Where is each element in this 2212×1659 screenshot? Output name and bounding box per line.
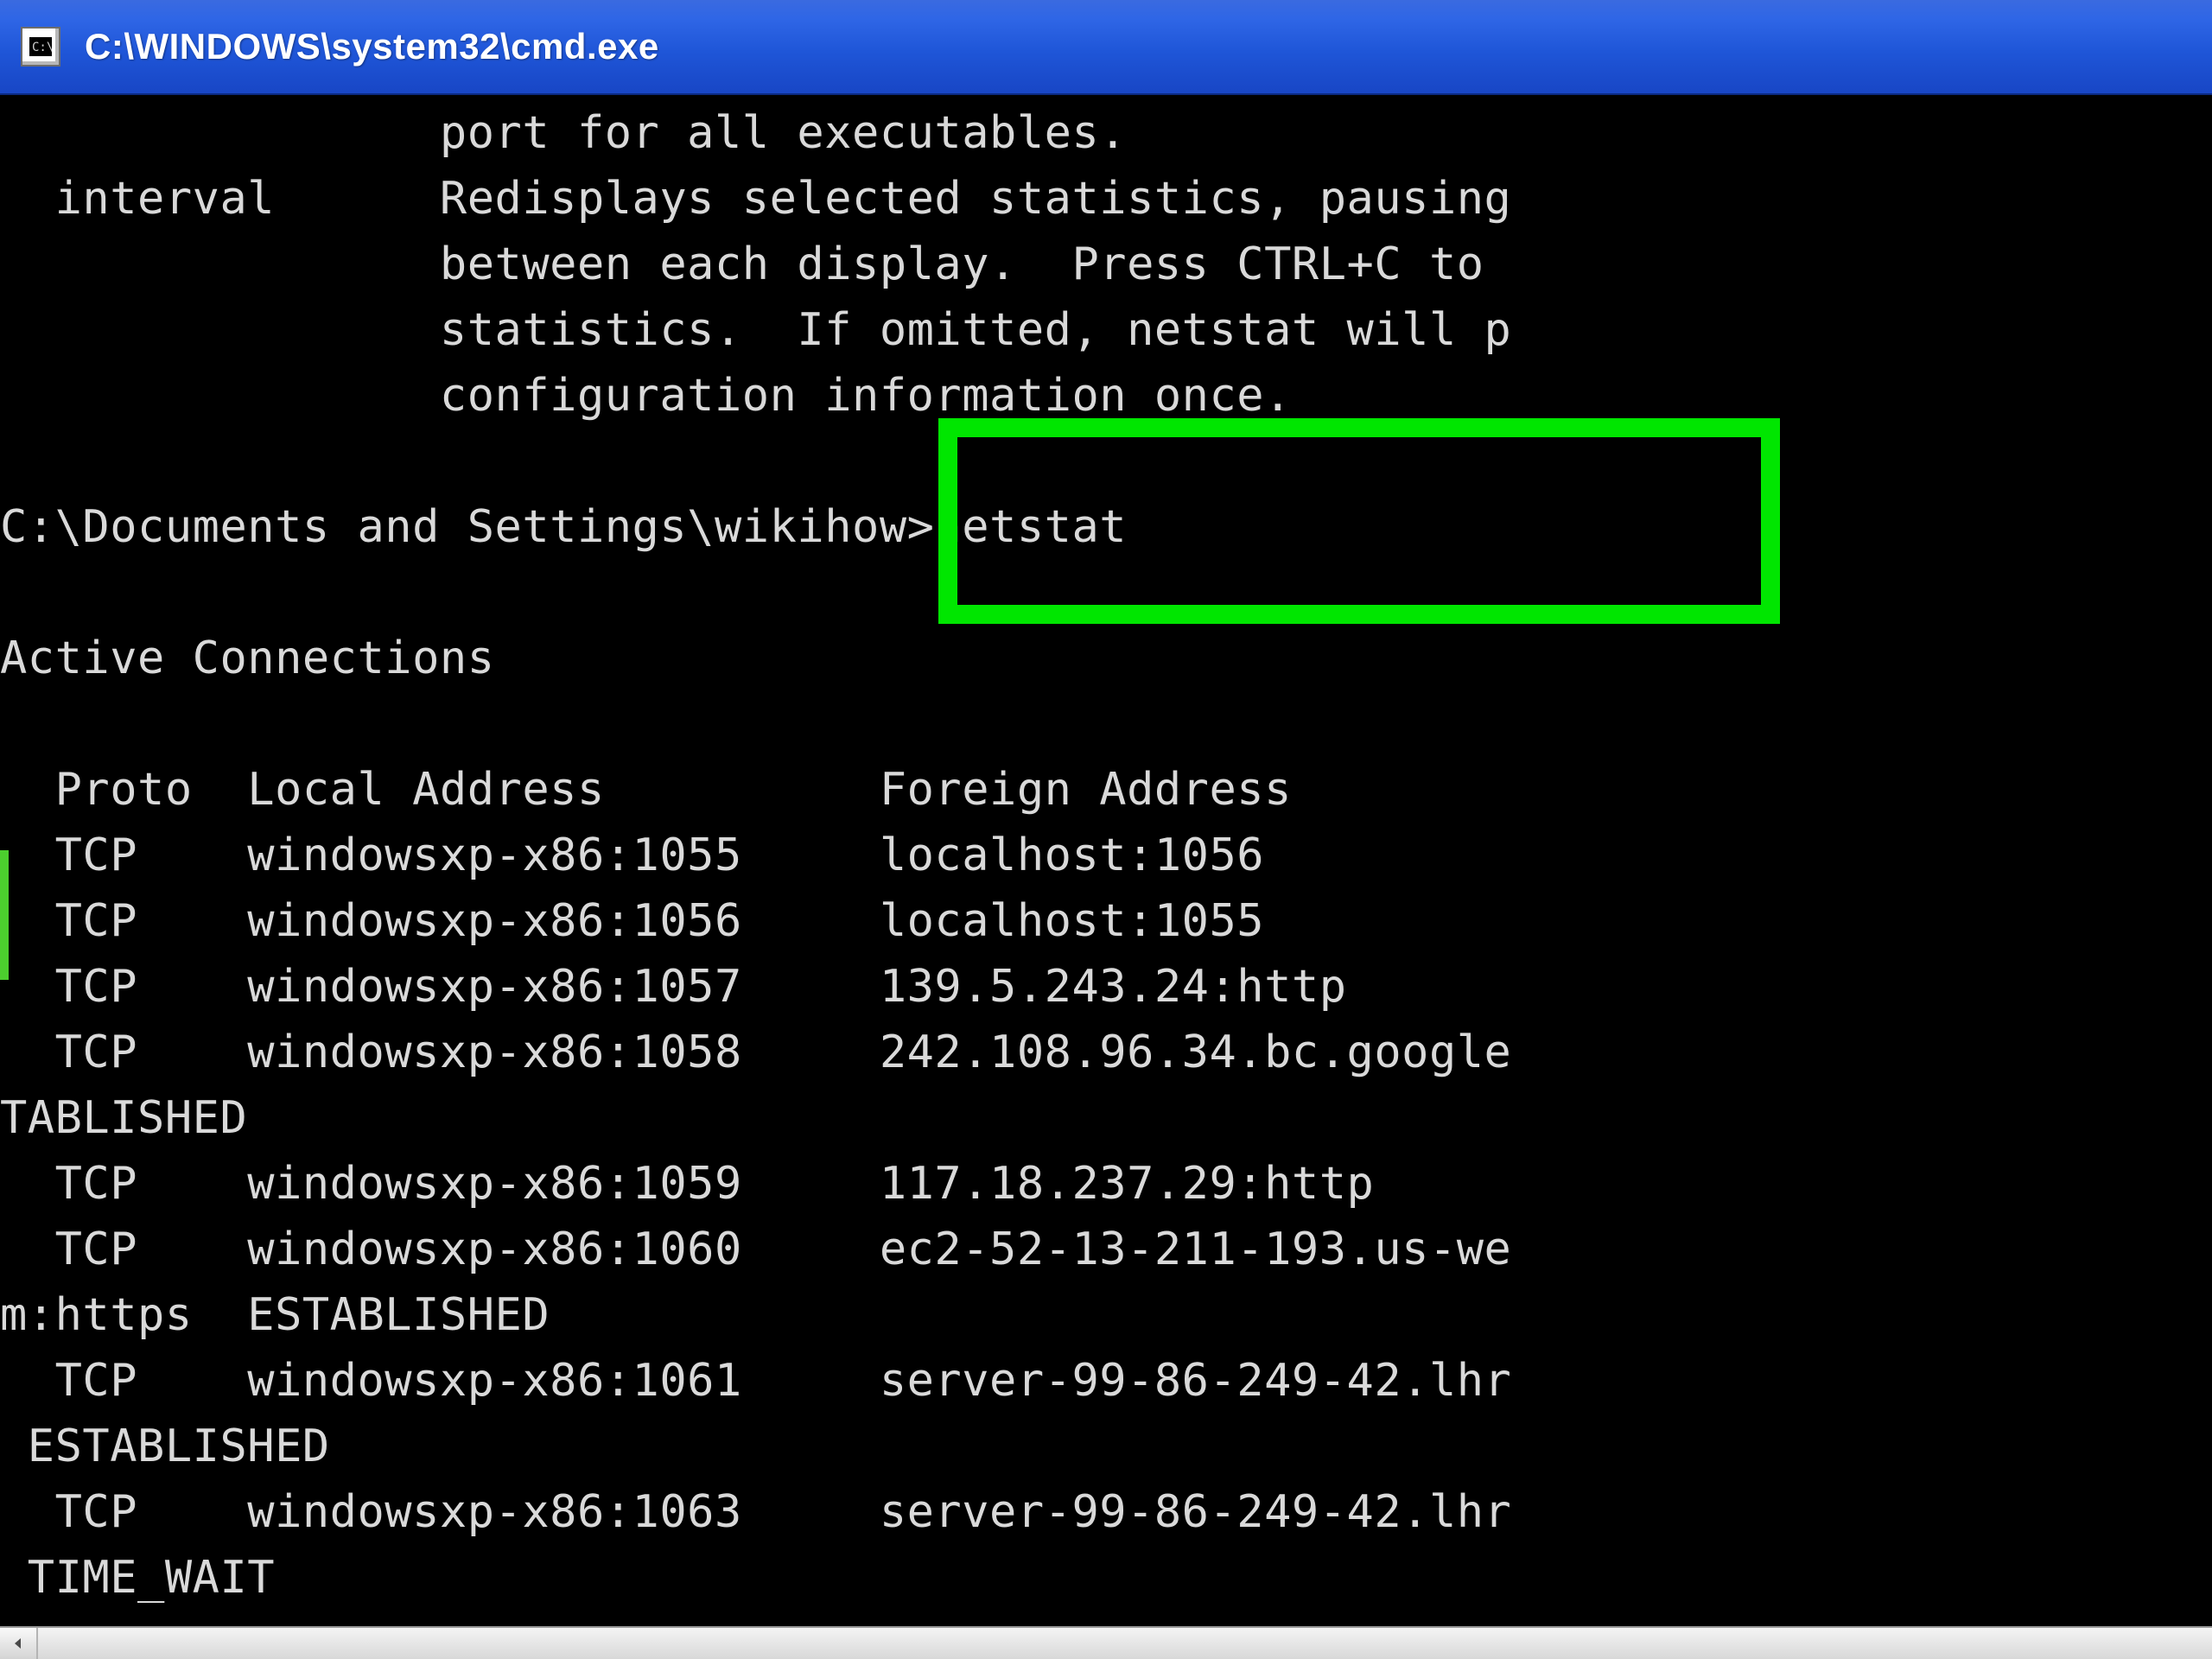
terminal-line: interval Redisplays selected statistics,…	[0, 166, 2212, 232]
horizontal-scrollbar[interactable]	[0, 1626, 2212, 1659]
terminal-line: Active Connections	[0, 626, 2212, 691]
svg-text:C:\: C:\	[32, 41, 52, 54]
terminal-line: between each display. Press CTRL+C to	[0, 232, 2212, 297]
terminal-line: ESTABLISHED	[0, 1414, 2212, 1479]
terminal-line: TCP windowsxp-x86:1056 localhost:1055	[0, 888, 2212, 954]
terminal-line: configuration information once.	[0, 363, 2212, 429]
terminal-line: statistics. If omitted, netstat will p	[0, 297, 2212, 363]
terminal-line: TCP windowsxp-x86:1060 ec2-52-13-211-193…	[0, 1217, 2212, 1282]
terminal-line: TCP windowsxp-x86:1063 server-99-86-249-…	[0, 1479, 2212, 1545]
terminal-line: TCP windowsxp-x86:1058 242.108.96.34.bc.…	[0, 1020, 2212, 1085]
window-title: C:\WINDOWS\system32\cmd.exe	[85, 26, 659, 67]
terminal-line: port for all executables.	[0, 100, 2212, 166]
scrollbar-track[interactable]	[38, 1628, 2212, 1659]
terminal-output[interactable]: port for all executables. interval Redis…	[0, 95, 2212, 1628]
terminal-line: m:https ESTABLISHED	[0, 1282, 2212, 1348]
terminal-line: TIME_WAIT	[0, 1545, 2212, 1611]
terminal-line: TCP windowsxp-x86:1061 server-99-86-249-…	[0, 1348, 2212, 1414]
window-titlebar[interactable]: C:\ C:\WINDOWS\system32\cmd.exe	[0, 0, 2212, 95]
terminal-line: TCP windowsxp-x86:1057 139.5.243.24:http	[0, 954, 2212, 1020]
terminal-line	[0, 691, 2212, 757]
terminal-line	[0, 560, 2212, 626]
cmd-icon: C:\	[21, 27, 60, 67]
terminal-line: Proto Local Address Foreign Address	[0, 757, 2212, 823]
terminal-line: TCP windowsxp-x86:1055 localhost:1056	[0, 823, 2212, 888]
terminal-line	[0, 429, 2212, 494]
terminal-line: TCP windowsxp-x86:1059 117.18.237.29:htt…	[0, 1151, 2212, 1217]
scroll-left-button[interactable]	[0, 1628, 38, 1659]
left-edge-sliver	[0, 850, 9, 980]
terminal-line: C:\Documents and Settings\wikihow>netsta…	[0, 494, 2212, 560]
terminal-line: TABLISHED	[0, 1085, 2212, 1151]
